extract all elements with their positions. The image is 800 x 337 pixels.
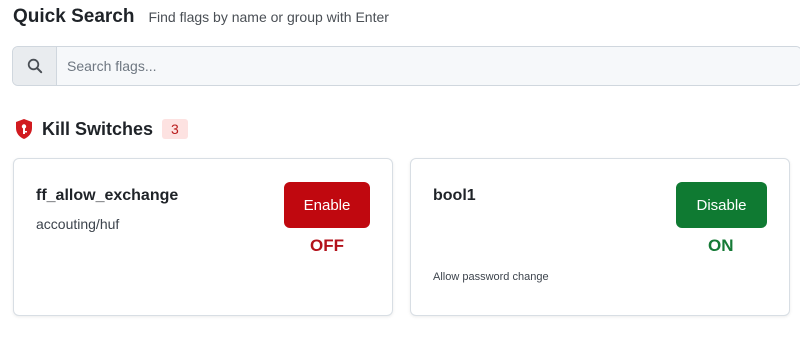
page-subtitle: Find flags by name or group with Enter	[148, 9, 389, 25]
shield-icon	[14, 118, 34, 140]
flag-card: bool1 Allow password change Disable ON	[410, 158, 790, 316]
flag-state: OFF	[310, 236, 344, 255]
flag-description: Allow password change	[433, 271, 549, 283]
page-title: Quick Search	[13, 6, 135, 27]
flag-state: ON	[708, 236, 734, 255]
disable-button[interactable]: Disable	[676, 182, 767, 228]
flag-card: ff_allow_exchange accouting/huf Enable O…	[13, 158, 393, 316]
count-badge: 3	[162, 119, 188, 139]
enable-button[interactable]: Enable	[284, 182, 370, 228]
search-input[interactable]	[57, 47, 800, 85]
search-icon[interactable]	[13, 47, 57, 85]
kill-switches-header: Kill Switches 3	[14, 118, 188, 140]
flag-name: bool1	[433, 187, 476, 204]
flag-name: ff_allow_exchange	[36, 187, 179, 204]
page-header: Quick Search Find flags by name or group…	[13, 6, 389, 28]
section-title: Kill Switches	[42, 118, 154, 139]
flag-group: accouting/huf	[36, 216, 120, 232]
search-bar	[12, 46, 800, 86]
